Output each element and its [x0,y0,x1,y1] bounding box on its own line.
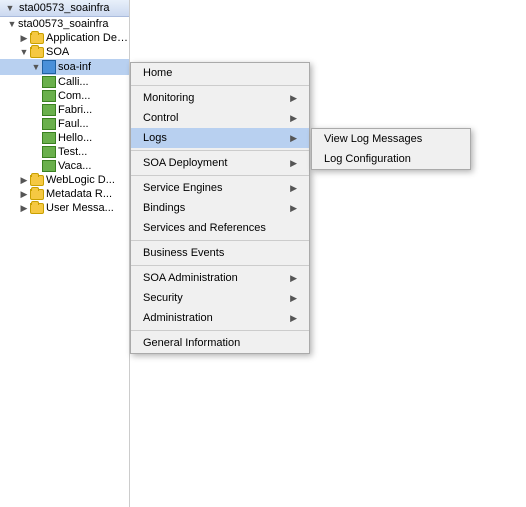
menu-item-administration-label: Administration [143,312,213,324]
menu-item-logs[interactable]: Logs ▶ View Log Messages Log Configurati… [131,128,309,148]
menu-item-security[interactable]: Security ▶ [131,288,309,308]
menu-sep-2 [131,150,309,151]
menu-item-soa-administration-label: SOA Administration [143,272,238,284]
composite-icon-vaca [42,160,56,172]
menu-item-services-references-label: Services and References [143,222,266,234]
menu-arrow-logs: ▶ [290,133,297,144]
menu-item-business-events-label: Business Events [143,247,224,259]
tree-node-soa[interactable]: ▼ SOA [0,45,129,59]
tree-node-calli[interactable]: Calli... [0,75,129,89]
toggle-soa-inf: ▼ [30,61,42,73]
menu-sep-4 [131,240,309,241]
submenu-label-log-configuration: Log Configuration [324,153,411,165]
node-label-user-messa: User Messa... [46,202,114,214]
tree-node-soa-inf[interactable]: ▼ soa-inf [0,59,129,75]
node-label-com: Com... [58,90,90,102]
submenu-item-view-log-messages[interactable]: View Log Messages [312,129,470,149]
tree-node-vaca[interactable]: Vaca... [0,159,129,173]
tree-node-test[interactable]: Test... [0,145,129,159]
node-label-metadata: Metadata R... [46,188,112,200]
toggle-app-deployments: ▶ [18,32,30,44]
menu-item-general-information[interactable]: General Information [131,333,309,353]
menu-item-home-label: Home [143,67,172,79]
menu-item-monitoring[interactable]: Monitoring ▶ [131,88,309,108]
menu-item-security-label: Security [143,292,183,304]
toggle-weblogic: ▶ [18,174,30,186]
tree-node-faul[interactable]: Faul... [0,117,129,131]
menu-item-control[interactable]: Control ▶ [131,108,309,128]
menu-item-soa-deployment-label: SOA Deployment [143,157,227,169]
node-label-fabri: Fabri... [58,104,92,116]
menu-arrow-monitoring: ▶ [290,93,297,104]
menu-arrow-security: ▶ [290,293,297,304]
menu-arrow-bindings: ▶ [290,203,297,214]
menu-item-bindings-label: Bindings [143,202,185,214]
menu-item-monitoring-label: Monitoring [143,92,194,104]
toggle-metadata: ▶ [18,188,30,200]
menu-arrow-soa-deployment: ▶ [290,158,297,169]
menu-item-logs-label: Logs [143,132,167,144]
menu-item-business-events[interactable]: Business Events [131,243,309,263]
composite-icon-faul [42,118,56,130]
composite-icon-hello [42,132,56,144]
context-menu: Home Monitoring ▶ Control ▶ Logs ▶ View … [130,62,310,354]
tree-node-fabri[interactable]: Fabri... [0,103,129,117]
menu-item-home[interactable]: Home [131,63,309,83]
submenu-label-view-log-messages: View Log Messages [324,133,422,145]
tree-node-root[interactable]: ▼ sta00573_soainfra [0,17,129,31]
tree-header-toggle[interactable]: ▼ [4,2,16,14]
node-label-app-deployments: Application Deployments [46,32,129,44]
menu-item-administration[interactable]: Administration ▶ [131,308,309,328]
node-label-vaca: Vaca... [58,160,91,172]
submenu-item-log-configuration[interactable]: Log Configuration [312,149,470,169]
tree-node-user-messa[interactable]: ▶ User Messa... [0,201,129,215]
menu-sep-6 [131,330,309,331]
folder-icon-metadata [30,189,44,200]
node-label-soa-inf: soa-inf [58,61,91,73]
menu-arrow-control: ▶ [290,113,297,124]
folder-icon-soa [30,47,44,58]
menu-item-control-label: Control [143,112,178,124]
tree-node-com[interactable]: Com... [0,89,129,103]
tree-node-weblogic[interactable]: ▶ WebLogic D... [0,173,129,187]
menu-sep-3 [131,175,309,176]
tree-node-hello[interactable]: Hello... [0,131,129,145]
node-label-calli: Calli... [58,76,89,88]
tree-header-label: sta00573_soainfra [19,2,110,14]
menu-item-service-engines[interactable]: Service Engines ▶ [131,178,309,198]
menu-arrow-administration: ▶ [290,313,297,324]
toggle-user-messa: ▶ [18,202,30,214]
node-label-hello: Hello... [58,132,92,144]
menu-item-service-engines-label: Service Engines [143,182,223,194]
node-label-soa: SOA [46,46,69,58]
logs-submenu: View Log Messages Log Configuration [311,128,471,170]
composite-icon-fabri [42,104,56,116]
tree-panel: ▼ sta00573_soainfra ▼ sta00573_soainfra … [0,0,130,507]
node-label-weblogic: WebLogic D... [46,174,115,186]
menu-sep-1 [131,85,309,86]
menu-item-services-references[interactable]: Services and References [131,218,309,238]
node-label-root: sta00573_soainfra [18,18,109,30]
tree-node-metadata[interactable]: ▶ Metadata R... [0,187,129,201]
menu-arrow-soa-administration: ▶ [290,273,297,284]
folder-icon-weblogic [30,175,44,186]
toggle-soa: ▼ [18,46,30,58]
tree-header: ▼ sta00573_soainfra [0,0,129,17]
menu-item-bindings[interactable]: Bindings ▶ [131,198,309,218]
folder-icon-app-deployments [30,33,44,44]
node-label-faul: Faul... [58,118,89,130]
soa-icon-soa-inf [42,60,56,74]
composite-icon-test [42,146,56,158]
node-label-test: Test... [58,146,87,158]
menu-item-general-information-label: General Information [143,337,240,349]
menu-arrow-service-engines: ▶ [290,183,297,194]
composite-icon-com [42,90,56,102]
menu-item-soa-deployment[interactable]: SOA Deployment ▶ [131,153,309,173]
folder-icon-user-messa [30,203,44,214]
menu-item-soa-administration[interactable]: SOA Administration ▶ [131,268,309,288]
tree-node-app-deployments[interactable]: ▶ Application Deployments [0,31,129,45]
composite-icon-calli [42,76,56,88]
menu-sep-5 [131,265,309,266]
toggle-root: ▼ [6,18,18,30]
